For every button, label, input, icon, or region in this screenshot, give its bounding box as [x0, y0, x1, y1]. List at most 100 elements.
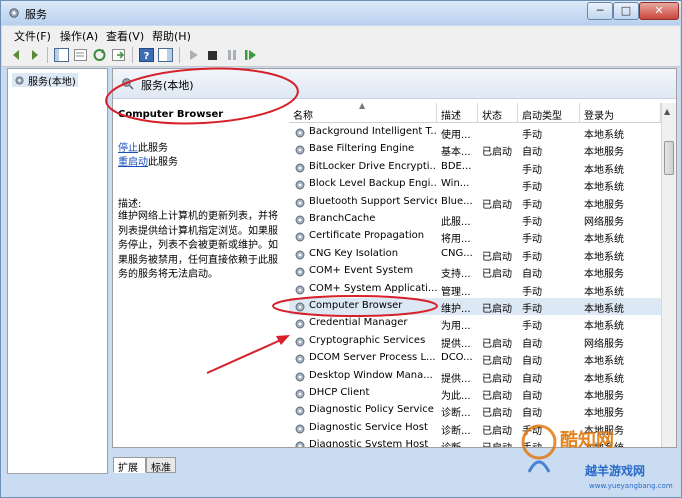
service-logon-cell: 网络服务 [584, 338, 624, 350]
toolbar-divider [179, 47, 180, 63]
column-header-status[interactable]: 状态 [478, 103, 518, 123]
table-row[interactable]: COM+ System Applicati... 管理... 手动 本地系统 [289, 281, 661, 298]
service-startup-cell: 手动 [522, 304, 542, 315]
service-description-cell: Win... [441, 178, 470, 190]
table-row[interactable]: Credential Manager 为用... 手动 本地系统 [289, 315, 661, 332]
restart-service-link[interactable]: 重启动 [118, 157, 148, 168]
restart-service-link-line: 重启动此服务 [118, 153, 178, 168]
service-description-cell: BDE... [441, 160, 472, 172]
stop-service-icon[interactable] [204, 47, 221, 63]
watermark-url: www.yueyangbang.com [589, 482, 673, 490]
column-header-name[interactable]: 名称 ▲ [289, 101, 437, 123]
column-header-startup-type[interactable]: 启动类型 [518, 103, 580, 123]
title-bar[interactable]: 服务 ─ □ ✕ [1, 1, 681, 25]
pause-service-icon[interactable] [223, 47, 240, 63]
tree-item-services-local[interactable]: 服务(本地) [12, 73, 78, 88]
service-startup-cell: 自动 [522, 147, 542, 159]
table-row[interactable]: DHCP Client 为此... 已启动 自动 本地服务 [289, 385, 661, 402]
table-row[interactable]: BranchCache 此服... 手动 网络服务 [289, 211, 661, 228]
service-logon-cell: 本地系统 [584, 164, 624, 176]
service-description-cell: 诊断... [441, 425, 471, 437]
table-row[interactable]: Diagnostic Policy Service 诊断... 已启动 自动 本地服务 [289, 402, 661, 419]
sort-ascending-icon: ▲ [359, 101, 366, 110]
service-logon-cell: 本地系统 [584, 251, 624, 263]
properties-sheet-icon[interactable] [72, 47, 89, 63]
table-row[interactable]: Certificate Propagation 将用... 手动 本地系统 [289, 228, 661, 245]
refresh-icon[interactable] [91, 47, 108, 63]
service-name-cell: Cryptographic Services [309, 334, 426, 346]
column-header-label: 启动类型 [522, 111, 562, 122]
forward-icon[interactable] [26, 47, 43, 63]
tab-extended[interactable]: 扩展 [113, 457, 146, 474]
table-row[interactable]: DCOM Server Process L... DCO... 已启动 自动 本地系统 [289, 350, 661, 367]
services-gear-icon [15, 76, 24, 84]
show-hide-action-pane-icon[interactable] [157, 47, 174, 63]
service-gear-icon [295, 145, 305, 155]
table-row[interactable]: Bluetooth Support Service Blue... 已启动 手动 本地服… [289, 194, 661, 211]
service-logon-cell: 本地系统 [584, 234, 624, 246]
service-description-cell: DCO... [441, 352, 473, 364]
panel-title: 服务(本地) [141, 79, 194, 92]
menu-file[interactable]: 文件(F) [14, 28, 51, 44]
column-header-label: 描述 [441, 111, 461, 122]
toolbar: ? [2, 44, 680, 67]
toolbar-divider [47, 47, 48, 63]
minimize-button[interactable]: ─ [587, 2, 613, 20]
table-row[interactable]: Cryptographic Services 提供... 已启动 自动 网络服务 [289, 333, 661, 350]
service-name-cell: BitLocker Drive Encrypti... [309, 160, 437, 172]
service-description-cell: 提供... [441, 338, 471, 350]
table-row[interactable]: CNG Key Isolation CNG... 已启动 手动 本地系统 [289, 246, 661, 263]
service-status-cell: 已启动 [482, 147, 512, 159]
table-row[interactable]: BitLocker Drive Encrypti... BDE... 手动 本地系统 [289, 159, 661, 176]
menu-view[interactable]: 查看(V) [106, 28, 144, 44]
service-gear-icon [295, 128, 305, 138]
console-tree-icon[interactable] [53, 47, 70, 63]
service-name-cell: CNG Key Isolation [309, 247, 399, 259]
scrollbar-thumb[interactable] [664, 141, 674, 175]
service-gear-icon [295, 441, 305, 447]
search-gear-icon [122, 78, 134, 90]
service-startup-cell: 手动 [522, 286, 542, 298]
stop-service-link-line: 停止此服务 [118, 139, 168, 154]
tab-standard[interactable]: 标准 [146, 457, 176, 474]
column-header-description[interactable]: 描述 [437, 103, 478, 123]
service-logon-cell: 本地系统 [584, 130, 624, 141]
scroll-up-icon[interactable]: ▲ [664, 107, 670, 116]
service-startup-cell: 手动 [522, 321, 542, 333]
services-panel: 服务(本地) Computer Browser 停止此服务 重启动此服务 描述:… [112, 68, 677, 448]
table-row[interactable]: Base Filtering Engine 基本... 已启动 自动 本地服务 [289, 141, 661, 158]
service-startup-cell: 手动 [522, 182, 542, 194]
back-icon[interactable] [8, 47, 25, 63]
column-header-logon-as[interactable]: 登录为 [580, 103, 661, 123]
column-header-label: 登录为 [584, 111, 614, 122]
table-row[interactable]: Computer Browser 维护... 已启动 手动 本地系统 [289, 298, 661, 315]
service-logon-cell: 本地服务 [584, 391, 624, 402]
start-service-icon[interactable] [185, 47, 202, 63]
menu-help[interactable]: 帮助(H) [152, 28, 191, 44]
vertical-scrollbar[interactable]: ▲ [661, 103, 676, 447]
service-gear-icon [295, 285, 305, 295]
service-gear-icon [295, 372, 305, 382]
table-row[interactable]: Background Intelligent T... 使用... 手动 本地系统 [289, 124, 661, 141]
service-name-cell: Certificate Propagation [309, 230, 425, 242]
service-startup-cell: 手动 [522, 130, 542, 141]
service-description-cell: 将用... [441, 234, 471, 246]
restart-service-icon[interactable] [242, 47, 259, 63]
service-logon-cell: 本地服务 [584, 199, 624, 211]
service-startup-cell: 自动 [522, 373, 542, 385]
menu-bar: 文件(F) 操作(A) 查看(V) 帮助(H) [2, 26, 680, 44]
service-description-cell: 此服... [441, 217, 471, 228]
close-button[interactable]: ✕ [639, 2, 679, 20]
service-status-cell: 已启动 [482, 269, 512, 281]
export-list-icon[interactable] [110, 47, 127, 63]
table-row[interactable]: Block Level Backup Engi... Win... 手动 本地系统 [289, 176, 661, 193]
maximize-button[interactable]: □ [613, 2, 639, 20]
menu-action[interactable]: 操作(A) [60, 28, 98, 44]
service-name-cell: Diagnostic Policy Service [309, 404, 434, 416]
service-gear-icon [295, 250, 305, 260]
help-icon[interactable]: ? [138, 47, 155, 63]
service-status-cell: 已启动 [482, 439, 518, 447]
table-row[interactable]: COM+ Event System 支持... 已启动 自动 本地服务 [289, 263, 661, 280]
service-startup-cell: 自动 [522, 391, 542, 402]
table-row[interactable]: Desktop Window Mana... 提供... 已启动 自动 本地系统 [289, 368, 661, 385]
